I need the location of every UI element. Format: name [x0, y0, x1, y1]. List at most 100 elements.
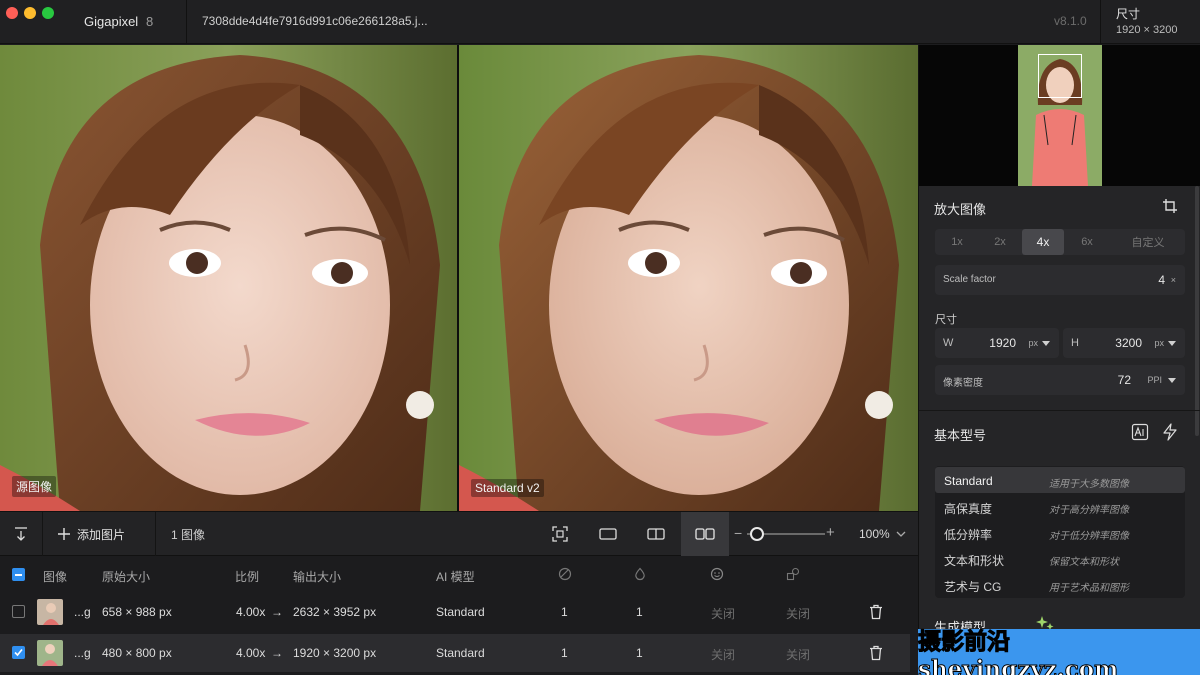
app-name: Gigapixel	[84, 14, 139, 29]
zoom-out-icon[interactable]: −	[734, 525, 742, 541]
scale-factor-field[interactable]: Scale factor 4 ×	[935, 265, 1185, 295]
fit-view-button[interactable]	[536, 512, 584, 556]
add-image-label: 添加图片	[77, 527, 126, 542]
table-row[interactable]: ...g 480 × 800 px 4.00x → 1920 × 3200 px…	[0, 634, 910, 672]
row-original-size: 480 × 800 px	[102, 646, 172, 660]
scale-option-custom[interactable]: 自定义	[1111, 229, 1185, 255]
zoom-value[interactable]: 100%	[859, 527, 890, 541]
model-name: Standard	[944, 474, 993, 488]
row-file-name: ...g	[74, 646, 91, 660]
navigator-preview[interactable]	[919, 45, 1200, 186]
source-image-label: 源图像	[12, 476, 57, 497]
row-output-size: 1920 × 3200 px	[293, 646, 377, 660]
width-value[interactable]: 1920	[989, 336, 1016, 350]
width-unit: px	[1028, 338, 1038, 348]
minimize-window-button[interactable]	[24, 7, 36, 19]
title-divider	[1100, 0, 1101, 44]
model-description: 对于低分辨率图像	[1049, 531, 1129, 542]
model-option-art-cg[interactable]: 艺术与 CG 用于艺术品和图形	[935, 571, 1185, 597]
model-name: 文本和形状	[944, 554, 1005, 568]
output-size-label: 尺寸	[1116, 7, 1141, 21]
zoom-in-icon[interactable]: +	[826, 524, 835, 541]
trash-icon[interactable]	[869, 604, 883, 620]
table-row[interactable]: ...g 658 × 988 px 4.00x → 2632 × 3952 px…	[0, 593, 910, 631]
trash-icon[interactable]	[869, 645, 883, 661]
file-name: 7308dde4d4fe7916d991c06e266128a5.j...	[202, 14, 428, 28]
compare-models-icon[interactable]	[1131, 423, 1149, 441]
focus-frame-icon	[552, 526, 568, 542]
ppi-label: 像素密度	[943, 378, 983, 389]
toolbar-divider	[155, 512, 156, 556]
navigator-viewport-box[interactable]	[1038, 54, 1082, 98]
watermark-banner: 摄影前沿 sheyingzyz.com	[918, 627, 1200, 675]
scale-factor-value[interactable]: 4	[1158, 273, 1165, 287]
model-option-standard[interactable]: Standard 适用于大多数图像	[935, 467, 1185, 493]
row-sharpen-value: 1	[636, 605, 643, 619]
width-label: W	[943, 337, 954, 349]
row-checkbox[interactable]	[12, 646, 25, 659]
model-description: 适用于大多数图像	[1049, 479, 1129, 490]
lightning-icon[interactable]	[1162, 423, 1178, 441]
crop-icon[interactable]	[1162, 198, 1178, 214]
scale-factor-label: Scale factor	[943, 274, 996, 285]
base-model-title: 基本型号	[934, 428, 987, 443]
scale-option-4x[interactable]: 4x	[1022, 229, 1064, 255]
source-image-panel[interactable]: 源图像	[0, 45, 457, 511]
select-all-checkbox[interactable]	[12, 568, 25, 581]
scale-option-2x[interactable]: 2x	[979, 229, 1021, 255]
height-unit-caret[interactable]	[1168, 341, 1176, 346]
width-field[interactable]: W 1920 px	[935, 328, 1059, 358]
title-divider	[186, 0, 187, 44]
header-output-size: 输出大小	[293, 570, 342, 584]
model-option-low-resolution[interactable]: 低分辨率 对于低分辨率图像	[935, 519, 1185, 545]
single-view-button[interactable]	[584, 512, 632, 556]
maximize-window-button[interactable]	[42, 7, 54, 19]
split-view-button[interactable]	[632, 512, 680, 556]
plus-icon	[58, 528, 70, 540]
row-denoise-value: 1	[561, 605, 568, 619]
width-unit-caret[interactable]	[1042, 341, 1050, 346]
row-sharpen-value: 1	[636, 646, 643, 660]
scale-option-1x[interactable]: 1x	[935, 229, 979, 255]
sidebar-scrollbar[interactable]	[1195, 186, 1199, 436]
output-size-value: 1920 × 3200	[1116, 24, 1178, 36]
ppi-value[interactable]: 72	[1118, 373, 1131, 387]
import-button[interactable]	[10, 512, 32, 556]
chevron-down-icon[interactable]	[896, 530, 906, 538]
header-image: 图像	[43, 570, 68, 584]
face-icon	[710, 567, 724, 581]
single-view-icon	[599, 528, 617, 540]
height-field[interactable]: H 3200 px	[1063, 328, 1185, 358]
scale-option-6x[interactable]: 6x	[1066, 229, 1108, 255]
header-ai-model: AI 模型	[436, 570, 475, 584]
scale-selector: 1x 2x 4x 6x 自定义	[935, 229, 1185, 255]
row-checkbox[interactable]	[12, 605, 25, 618]
add-image-button[interactable]: 添加图片	[57, 512, 125, 556]
shapes-icon	[786, 567, 800, 581]
ppi-field[interactable]: 像素密度 72 PPI	[935, 365, 1185, 395]
zoom-slider-handle[interactable]	[750, 527, 765, 541]
split-view-icon	[647, 528, 665, 540]
model-name: 艺术与 CG	[944, 580, 1002, 594]
checkmark-icon	[14, 648, 23, 657]
ppi-unit-caret[interactable]	[1168, 378, 1176, 383]
height-value[interactable]: 3200	[1115, 336, 1142, 350]
model-list: Standard 适用于大多数图像 高保真度 对于高分辨率图像 低分辨率 对于低…	[935, 466, 1185, 598]
model-option-high-fidelity[interactable]: 高保真度 对于高分辨率图像	[935, 493, 1185, 519]
portrait-image	[0, 45, 457, 511]
row-arrow: →	[271, 646, 283, 660]
row-file-name: ...g	[74, 605, 91, 619]
model-option-text-shapes[interactable]: 文本和形状 保留文本和形状	[935, 545, 1185, 571]
side-by-side-view-button[interactable]	[681, 512, 729, 556]
row-ai-model: Standard	[436, 646, 485, 660]
image-count: 1 图像	[171, 512, 205, 556]
row-face-value: 关闭	[711, 607, 736, 621]
row-thumbnail	[37, 640, 63, 666]
table-header: 图像 原始大小 比例 输出大小 AI 模型	[0, 556, 918, 592]
row-arrow: →	[271, 605, 283, 619]
preview-image-panel[interactable]: Standard v2	[459, 45, 918, 511]
row-denoise-value: 1	[561, 646, 568, 660]
toolbar-divider	[42, 512, 43, 556]
ppi-unit: PPI	[1147, 375, 1162, 385]
close-window-button[interactable]	[6, 7, 18, 19]
